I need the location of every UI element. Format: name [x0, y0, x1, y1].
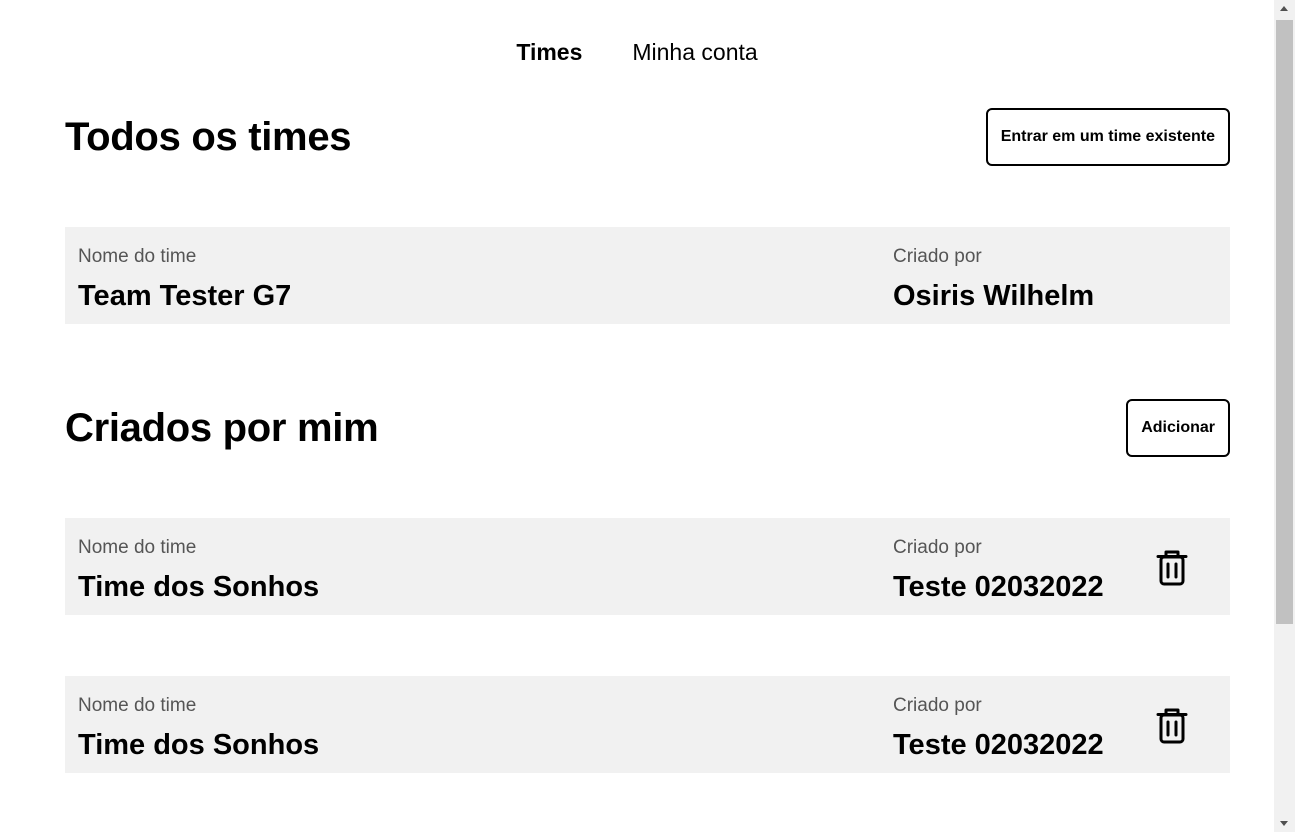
- team-owner-column: Criado por Teste 02032022: [893, 536, 1104, 604]
- scrollbar-thumb[interactable]: [1276, 20, 1293, 624]
- team-owner-column: Criado por Teste 02032022: [893, 694, 1104, 762]
- all-teams-header: Todos os times Entrar em um time existen…: [65, 108, 1230, 166]
- trash-icon[interactable]: [1155, 707, 1189, 745]
- team-name-value: Team Tester G7: [78, 280, 292, 312]
- nav-link-times[interactable]: Times: [516, 36, 582, 68]
- team-owner-value: Osiris Wilhelm: [893, 280, 1095, 312]
- all-teams-title: Todos os times: [65, 114, 352, 159]
- team-name-column: Nome do time Team Tester G7: [78, 245, 291, 313]
- team-owner-label: Criado por: [893, 246, 982, 267]
- add-team-button[interactable]: Adicionar: [1126, 399, 1230, 457]
- team-owner-value: Teste 02032022: [893, 571, 1104, 603]
- vertical-scrollbar[interactable]: [1274, 0, 1295, 832]
- team-name-label: Nome do time: [78, 537, 197, 558]
- page: Times Minha conta Todos os times Entrar …: [0, 0, 1274, 832]
- team-card[interactable]: Nome do time Time dos Sonhos Criado por …: [65, 676, 1230, 773]
- team-owner-column: Criado por Osiris Wilhelm: [893, 245, 1094, 313]
- team-card[interactable]: Nome do time Team Tester G7 Criado por O…: [65, 227, 1230, 324]
- team-name-label: Nome do time: [78, 695, 197, 716]
- join-team-button[interactable]: Entrar em um time existente: [985, 108, 1230, 166]
- team-name-value: Time dos Sonhos: [78, 571, 320, 603]
- scroll-down-arrow-icon[interactable]: [1274, 815, 1295, 832]
- team-name-label: Nome do time: [78, 246, 197, 267]
- top-nav: Times Minha conta: [0, 36, 1274, 68]
- team-card[interactable]: Nome do time Time dos Sonhos Criado por …: [65, 518, 1230, 615]
- my-teams-title: Criados por mim: [65, 405, 379, 450]
- my-teams-header: Criados por mim Adicionar: [65, 399, 1230, 457]
- team-owner-label: Criado por: [893, 695, 982, 716]
- team-name-column: Nome do time Time dos Sonhos: [78, 694, 319, 762]
- team-owner-value: Teste 02032022: [893, 729, 1104, 761]
- team-owner-label: Criado por: [893, 537, 982, 558]
- trash-icon[interactable]: [1155, 549, 1189, 587]
- scroll-up-arrow-icon[interactable]: [1274, 0, 1295, 17]
- nav-link-minha-conta[interactable]: Minha conta: [632, 36, 757, 68]
- team-name-column: Nome do time Time dos Sonhos: [78, 536, 319, 604]
- team-name-value: Time dos Sonhos: [78, 729, 320, 761]
